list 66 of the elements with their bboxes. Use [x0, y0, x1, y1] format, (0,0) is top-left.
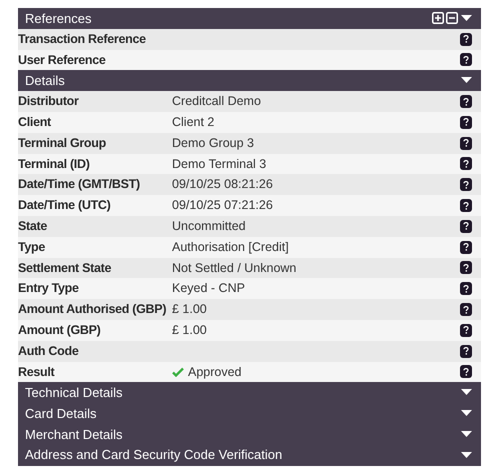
- field-value: Client 2: [172, 114, 214, 131]
- field-value: 09/10/25 07:21:26: [172, 197, 273, 214]
- collapse-all-icon[interactable]: [446, 12, 458, 24]
- field-label: Terminal (ID): [18, 156, 91, 173]
- field-value: Keyed - CNP: [172, 280, 245, 298]
- field-value: Creditcall Demo: [172, 93, 261, 110]
- help-icon[interactable]: [460, 344, 472, 358]
- field-value: Demo Terminal 3: [172, 156, 266, 173]
- caret-icon: [461, 77, 472, 84]
- field-label: Entry Type: [18, 280, 80, 298]
- field-value: Approved: [188, 364, 242, 381]
- section-header[interactable]: Technical Details: [18, 382, 481, 404]
- section-title: Merchant Details: [25, 426, 124, 444]
- section-header[interactable]: References: [18, 8, 481, 29]
- field-label: Amount Authorised (GBP): [18, 301, 168, 318]
- check-icon: [172, 366, 184, 377]
- caret-icon: [461, 410, 472, 418]
- section-header[interactable]: Merchant Details: [18, 424, 481, 445]
- field-label: Date/Time (UTC): [18, 197, 112, 214]
- help-icon[interactable]: [460, 365, 472, 378]
- help-icon[interactable]: [460, 282, 472, 296]
- section-title: References: [25, 10, 92, 28]
- field-value: £ 1.00: [172, 322, 207, 339]
- field-label: Type: [18, 238, 46, 256]
- caret-icon: [461, 14, 472, 22]
- field-label: Terminal Group: [18, 134, 107, 152]
- field-label: State: [18, 218, 48, 235]
- field-value: Authorisation [Credit]: [172, 238, 289, 256]
- field-label: Settlement State: [18, 260, 112, 277]
- help-icon[interactable]: [460, 116, 472, 129]
- section-title: Details: [25, 72, 66, 90]
- caret-icon: [461, 430, 472, 438]
- help-icon[interactable]: [460, 178, 472, 192]
- field-value: £ 1.00: [172, 301, 207, 318]
- section-header[interactable]: Details: [18, 70, 481, 92]
- help-icon[interactable]: [460, 240, 472, 254]
- field-label: Client: [18, 114, 52, 131]
- section-title: Card Details: [25, 404, 98, 423]
- field-label: Result: [18, 364, 56, 381]
- help-icon[interactable]: [460, 95, 472, 108]
- field-label: Distributor: [18, 93, 80, 110]
- field-value: Demo Group 3: [172, 134, 254, 152]
- help-icon[interactable]: [460, 324, 472, 337]
- help-icon[interactable]: [460, 261, 472, 274]
- help-icon[interactable]: [460, 136, 472, 150]
- help-icon[interactable]: [460, 303, 472, 316]
- field-value: Not Settled / Unknown: [172, 260, 296, 277]
- help-icon[interactable]: [460, 199, 472, 212]
- help-icon[interactable]: [460, 32, 472, 46]
- field-label: Auth Code: [18, 342, 80, 360]
- section-header[interactable]: Address and Card Security Code Verification: [18, 444, 481, 466]
- expand-all-icon[interactable]: [432, 12, 444, 24]
- field-label: Amount (GBP): [18, 322, 102, 339]
- section-title: Technical Details: [25, 384, 124, 402]
- field-label: Transaction Reference: [18, 30, 147, 48]
- field-label: User Reference: [18, 52, 107, 69]
- section-header[interactable]: Card Details: [18, 403, 481, 424]
- help-icon[interactable]: [460, 157, 472, 170]
- help-icon[interactable]: [460, 220, 472, 233]
- field-value: Uncommitted: [172, 218, 246, 235]
- caret-icon: [461, 452, 472, 459]
- field-label: Date/Time (GMT/BST): [18, 176, 141, 194]
- section-title: Address and Card Security Code Verification: [25, 446, 284, 464]
- caret-icon: [461, 389, 472, 396]
- help-icon[interactable]: [460, 53, 472, 66]
- field-value: 09/10/25 08:21:26: [172, 176, 273, 194]
